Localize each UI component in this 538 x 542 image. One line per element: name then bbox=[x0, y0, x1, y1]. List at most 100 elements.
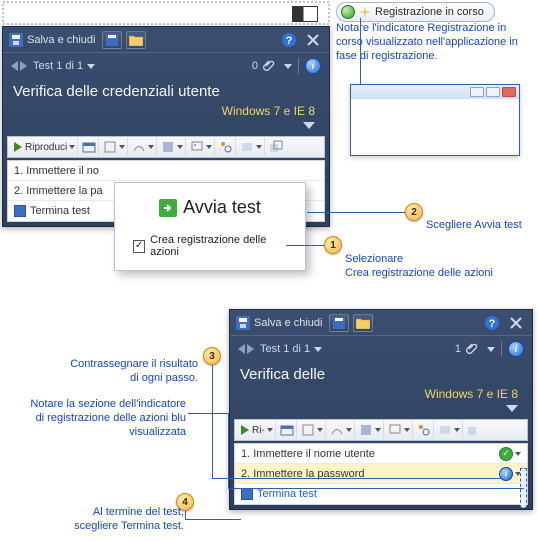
action-toolbar: Ri- bbox=[234, 419, 528, 441]
dropdown-icon[interactable] bbox=[515, 452, 521, 456]
info-icon[interactable]: i bbox=[508, 341, 524, 357]
callout-start-test: Scegliere Avvia test bbox=[426, 219, 522, 233]
help-button[interactable]: ? bbox=[482, 314, 502, 332]
step-count: 0 bbox=[252, 60, 258, 72]
dotted-guide bbox=[2, 1, 330, 25]
callout-select: SelezionareCrea registrazione delle azio… bbox=[345, 253, 493, 281]
tool-btn[interactable] bbox=[436, 421, 463, 439]
svg-text:?: ? bbox=[286, 35, 293, 47]
start-test-popup: Avvia test ✓ Crea registrazione delle az… bbox=[114, 182, 306, 271]
save-button[interactable] bbox=[102, 31, 122, 49]
save-icon bbox=[236, 316, 250, 330]
expand-icon[interactable] bbox=[303, 122, 315, 129]
callout-recording-note: Notare l'indicatore Registrazione in cor… bbox=[336, 22, 532, 63]
create-recording-checkbox[interactable]: ✓ Crea registrazione delle azioni bbox=[133, 234, 287, 258]
start-test-button[interactable]: Avvia test bbox=[133, 197, 287, 218]
prev-icon bbox=[11, 61, 18, 71]
tool-btn[interactable] bbox=[328, 421, 355, 439]
callout-num-1: 1 bbox=[324, 236, 342, 254]
recording-label: Registrazione in corso bbox=[375, 6, 484, 18]
start-arrow-icon bbox=[159, 199, 177, 217]
config-label: Windows 7 e IE 8 bbox=[3, 102, 329, 120]
step-row[interactable]: 1. Immettere il no bbox=[8, 161, 324, 181]
tool-btn[interactable] bbox=[415, 421, 434, 439]
checkbox-icon: ✓ bbox=[133, 240, 145, 253]
close-button[interactable] bbox=[502, 87, 516, 97]
recording-dot-icon bbox=[341, 5, 355, 19]
expand-icon[interactable] bbox=[506, 405, 518, 412]
close-panel-button[interactable] bbox=[303, 31, 323, 49]
tool-btn[interactable] bbox=[465, 421, 483, 439]
tool-btn[interactable] bbox=[217, 138, 236, 156]
step-list: 1. Immettere il nome utente ✓ 2. Immette… bbox=[234, 443, 528, 505]
help-icon: ? bbox=[484, 315, 500, 331]
tool-btn[interactable] bbox=[386, 421, 413, 439]
attachment-icon[interactable] bbox=[262, 59, 276, 73]
folder-icon bbox=[356, 317, 370, 329]
callout-recording-strip: Notare la sezione dell'indicatoredi regi… bbox=[16, 398, 186, 439]
maximize-button[interactable] bbox=[486, 87, 500, 97]
help-icon: ? bbox=[281, 32, 297, 48]
tool-btn[interactable] bbox=[80, 138, 99, 156]
end-test-icon bbox=[14, 205, 26, 217]
test-counter: Test 1 di 1 bbox=[260, 343, 310, 355]
tool-btn[interactable] bbox=[278, 421, 297, 439]
test-counter: Test 1 di 1 bbox=[33, 60, 83, 72]
sparkle-icon bbox=[359, 6, 371, 18]
step-row-end[interactable]: Termina test bbox=[235, 484, 527, 504]
tool-btn[interactable] bbox=[267, 138, 285, 156]
tool-btn[interactable] bbox=[299, 421, 326, 439]
action-toolbar: Riproduci bbox=[7, 136, 325, 158]
play-icon bbox=[14, 142, 22, 152]
save-button[interactable] bbox=[329, 314, 349, 332]
step-nav[interactable] bbox=[11, 61, 27, 71]
test-runner-panel-2: Salva e chiudi ? Test 1 di 1 1 i Verific… bbox=[229, 309, 533, 510]
play-button[interactable]: Ri- bbox=[239, 421, 276, 439]
disk-icon bbox=[333, 317, 345, 329]
save-and-close[interactable]: Salva e chiudi bbox=[254, 317, 323, 329]
tool-btn[interactable] bbox=[357, 421, 384, 439]
folder-icon bbox=[129, 34, 143, 46]
dropdown-icon[interactable] bbox=[87, 64, 95, 69]
play-button[interactable]: Riproduci bbox=[12, 138, 78, 156]
next-icon bbox=[247, 344, 254, 354]
test-title: Verifica delle bbox=[230, 362, 532, 385]
callout-num-3: 3 bbox=[203, 347, 221, 365]
sample-app-window bbox=[350, 84, 520, 156]
step-count: 1 bbox=[455, 343, 461, 355]
end-test-icon bbox=[241, 488, 253, 500]
dropdown-icon[interactable] bbox=[314, 347, 322, 352]
pass-icon[interactable]: ✓ bbox=[499, 447, 513, 461]
save-icon bbox=[9, 33, 23, 47]
minimize-button[interactable] bbox=[470, 87, 484, 97]
dropdown-icon[interactable] bbox=[487, 347, 495, 352]
step-row[interactable]: 1. Immettere il nome utente ✓ bbox=[235, 444, 527, 464]
callout-num-2: 2 bbox=[405, 203, 423, 221]
config-label: Windows 7 e IE 8 bbox=[230, 385, 532, 403]
prev-icon bbox=[238, 344, 245, 354]
svg-text:?: ? bbox=[489, 318, 496, 330]
tool-btn[interactable] bbox=[130, 138, 157, 156]
dropdown-icon[interactable] bbox=[284, 64, 292, 69]
save-and-close[interactable]: Salva e chiudi bbox=[27, 34, 96, 46]
close-panel-button[interactable] bbox=[506, 314, 526, 332]
tool-btn[interactable] bbox=[101, 138, 128, 156]
step-nav[interactable] bbox=[238, 344, 254, 354]
test-title: Verifica delle credenziali utente bbox=[3, 79, 329, 102]
tool-btn[interactable] bbox=[238, 138, 265, 156]
step-row[interactable]: 2. Immettere la password i bbox=[235, 464, 527, 484]
open-button[interactable] bbox=[353, 314, 373, 332]
callout-end-test: Al termine del test,scegliere Termina te… bbox=[64, 506, 184, 534]
disk-icon bbox=[106, 34, 118, 46]
close-icon bbox=[306, 33, 320, 47]
close-icon bbox=[509, 316, 523, 330]
play-icon bbox=[241, 425, 249, 435]
tool-btn[interactable] bbox=[188, 138, 215, 156]
open-button[interactable] bbox=[126, 31, 146, 49]
callout-mark-result: Contrassegnare il risultatodi ogni passo… bbox=[58, 358, 198, 386]
next-icon bbox=[20, 61, 27, 71]
tool-btn[interactable] bbox=[159, 138, 186, 156]
help-button[interactable]: ? bbox=[279, 31, 299, 49]
info-icon[interactable]: i bbox=[305, 58, 321, 74]
attachment-icon[interactable] bbox=[465, 342, 479, 356]
